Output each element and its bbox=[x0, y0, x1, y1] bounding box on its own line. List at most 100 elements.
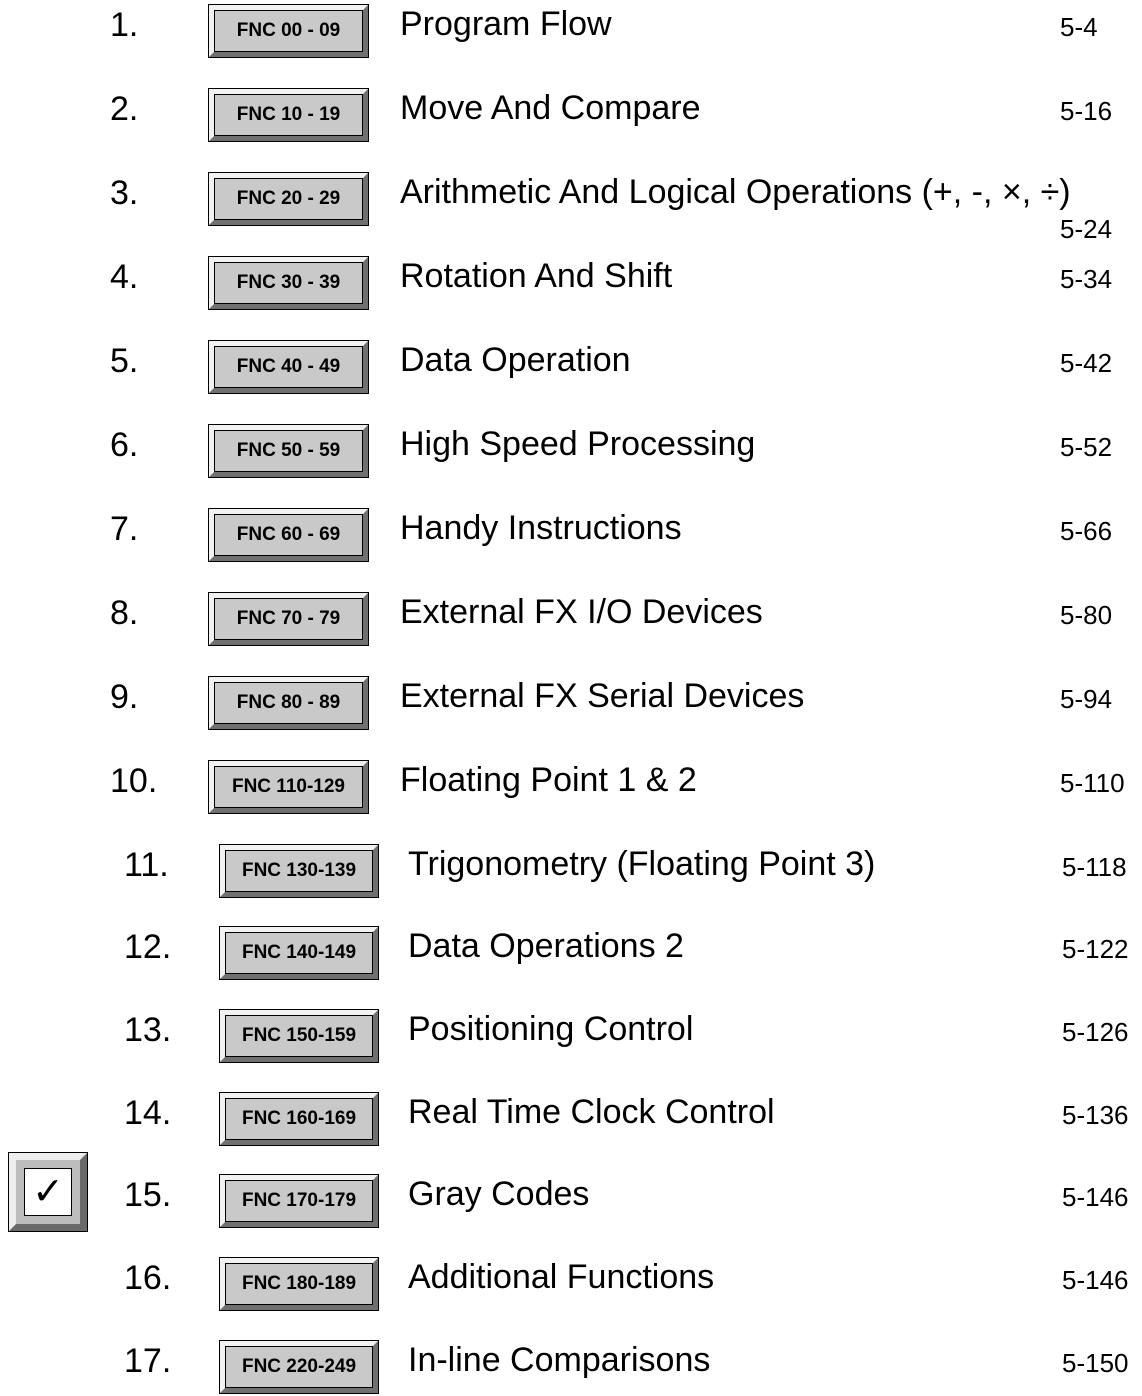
item-title: External FX I/O Devices bbox=[400, 593, 763, 631]
item-number: 16. bbox=[124, 1259, 172, 1297]
page-number: 5-94 bbox=[1060, 684, 1113, 714]
item-title: Arithmetic And Logical Operations (+, -,… bbox=[400, 173, 1071, 211]
list-item: 15. FNC 170-179 Gray Codes 5-146 bbox=[0, 1170, 1142, 1230]
item-title: Rotation And Shift bbox=[400, 257, 673, 295]
fnc-key-button: FNC 70 - 79 bbox=[208, 592, 369, 646]
item-number: 9. bbox=[110, 678, 139, 716]
fnc-key-label: FNC 60 - 69 bbox=[214, 514, 363, 556]
item-title: Floating Point 1 & 2 bbox=[400, 761, 697, 799]
item-title: Real Time Clock Control bbox=[408, 1093, 775, 1131]
page-number: 5-110 bbox=[1060, 768, 1125, 798]
fnc-key-button: FNC 40 - 49 bbox=[208, 340, 369, 394]
fnc-key-button: FNC 130-139 bbox=[219, 844, 379, 898]
list-item: 1. FNC 00 - 09 Program Flow 5-4 bbox=[0, 0, 1142, 60]
item-number: 1. bbox=[110, 6, 139, 44]
fnc-key-button: FNC 220-249 bbox=[219, 1340, 379, 1394]
list-item: 2. FNC 10 - 19 Move And Compare 5-16 bbox=[0, 84, 1142, 144]
page-number: 5-122 bbox=[1062, 934, 1129, 964]
list-item: 7. FNC 60 - 69 Handy Instructions 5-66 bbox=[0, 504, 1142, 564]
item-number: 8. bbox=[110, 594, 139, 632]
list-item: 5. FNC 40 - 49 Data Operation 5-42 bbox=[0, 336, 1142, 396]
item-title: Handy Instructions bbox=[400, 509, 682, 547]
item-number: 3. bbox=[110, 174, 139, 212]
page-number: 5-146 bbox=[1062, 1182, 1129, 1212]
fnc-key-button: FNC 160-169 bbox=[219, 1092, 379, 1146]
page-number: 5-126 bbox=[1062, 1017, 1129, 1047]
list-item: 11. FNC 130-139 Trigonometry (Floating Poi… bbox=[0, 840, 1142, 900]
fnc-key-label: FNC 40 - 49 bbox=[214, 346, 363, 388]
item-number: 7. bbox=[110, 510, 139, 548]
list-item: 17. FNC 220-249 In-line Comparisons 5-150 bbox=[0, 1336, 1142, 1396]
list-item: 9. FNC 80 - 89 External FX Serial Devices 5… bbox=[0, 672, 1142, 732]
page-number: 5-52 bbox=[1060, 432, 1113, 462]
fnc-key-label: FNC 140-149 bbox=[225, 932, 373, 974]
item-number: 2. bbox=[110, 90, 139, 128]
fnc-key-label: FNC 70 - 79 bbox=[214, 598, 363, 640]
fnc-key-label: FNC 50 - 59 bbox=[214, 430, 363, 472]
fnc-key-label: FNC 00 - 09 bbox=[214, 10, 363, 52]
item-number: 14. bbox=[124, 1094, 172, 1132]
list-item: 14. FNC 160-169 Real Time Clock Control 5-1… bbox=[0, 1088, 1142, 1148]
fnc-key-button: FNC 80 - 89 bbox=[208, 676, 369, 730]
list-item: 8. FNC 70 - 79 External FX I/O Devices 5-80 bbox=[0, 588, 1142, 648]
fnc-key-button: FNC 60 - 69 bbox=[208, 508, 369, 562]
fnc-key-label: FNC 20 - 29 bbox=[214, 178, 363, 220]
list-item: 4. FNC 30 - 39 Rotation And Shift 5-34 bbox=[0, 252, 1142, 312]
fnc-key-label: FNC 10 - 19 bbox=[214, 94, 363, 136]
page-number: 5-150 bbox=[1062, 1348, 1129, 1378]
fnc-key-button: FNC 20 - 29 bbox=[208, 172, 369, 226]
item-title: Data Operations 2 bbox=[408, 927, 684, 965]
item-number: 6. bbox=[110, 426, 139, 464]
fnc-key-label: FNC 170-179 bbox=[225, 1180, 373, 1222]
fnc-key-label: FNC 180-189 bbox=[225, 1263, 373, 1305]
page-number: 5-118 bbox=[1062, 852, 1127, 882]
fnc-key-button: FNC 110-129 bbox=[208, 760, 369, 814]
fnc-key-button: FNC 140-149 bbox=[219, 926, 379, 980]
page-number: 5-66 bbox=[1060, 516, 1113, 546]
fnc-key-button: FNC 150-159 bbox=[219, 1009, 379, 1063]
item-number: 17. bbox=[124, 1342, 172, 1380]
item-title: Gray Codes bbox=[408, 1175, 590, 1213]
list-item: 16. FNC 180-189 Additional Functions 5-146 bbox=[0, 1253, 1142, 1313]
item-number: 4. bbox=[110, 258, 139, 296]
item-number: 5. bbox=[110, 342, 139, 380]
item-title: Additional Functions bbox=[408, 1258, 715, 1296]
item-title: External FX Serial Devices bbox=[400, 677, 805, 715]
page-number: 5-136 bbox=[1062, 1100, 1129, 1130]
list-item: 6. FNC 50 - 59 High Speed Processing 5-52 bbox=[0, 420, 1142, 480]
item-number: 11. bbox=[124, 846, 169, 884]
item-number: 12. bbox=[124, 928, 172, 966]
page-number: 5-16 bbox=[1060, 96, 1113, 126]
item-title: Move And Compare bbox=[400, 89, 701, 127]
fnc-key-button: FNC 10 - 19 bbox=[208, 88, 369, 142]
page-number: 5-146 bbox=[1062, 1265, 1129, 1295]
page-number: 5-24 bbox=[1060, 214, 1113, 244]
fnc-key-button: FNC 170-179 bbox=[219, 1174, 379, 1228]
fnc-key-label: FNC 30 - 39 bbox=[214, 262, 363, 304]
fnc-key-label: FNC 130-139 bbox=[225, 850, 373, 892]
item-number: 10. bbox=[110, 762, 158, 800]
fnc-key-button: FNC 30 - 39 bbox=[208, 256, 369, 310]
fnc-key-button: FNC 50 - 59 bbox=[208, 424, 369, 478]
fnc-key-label: FNC 80 - 89 bbox=[214, 682, 363, 724]
item-title: In-line Comparisons bbox=[408, 1341, 711, 1379]
list-item: 13. FNC 150-159 Positioning Control 5-126 bbox=[0, 1005, 1142, 1065]
list-item: 3. FNC 20 - 29 Arithmetic And Logical Oper… bbox=[0, 168, 1142, 244]
fnc-key-label: FNC 110-129 bbox=[214, 766, 363, 808]
list-item: 10. FNC 110-129 Floating Point 1 & 2 5-110 bbox=[0, 756, 1142, 816]
item-title: Trigonometry (Floating Point 3) bbox=[408, 845, 876, 883]
fnc-key-button: FNC 00 - 09 bbox=[208, 4, 369, 58]
fnc-key-label: FNC 220-249 bbox=[225, 1346, 373, 1388]
fnc-key-button: FNC 180-189 bbox=[219, 1257, 379, 1311]
item-title: Positioning Control bbox=[408, 1010, 694, 1048]
item-title: High Speed Processing bbox=[400, 425, 756, 463]
list-item: 12. FNC 140-149 Data Operations 2 5-122 bbox=[0, 922, 1142, 982]
item-number: 15. bbox=[124, 1176, 172, 1214]
page-number: 5-34 bbox=[1060, 264, 1113, 294]
fnc-key-label: FNC 160-169 bbox=[225, 1098, 373, 1140]
page-number: 5-80 bbox=[1060, 600, 1113, 630]
item-number: 13. bbox=[124, 1011, 172, 1049]
page-number: 5-42 bbox=[1060, 348, 1113, 378]
page-number: 5-4 bbox=[1060, 12, 1098, 42]
item-title: Data Operation bbox=[400, 341, 631, 379]
